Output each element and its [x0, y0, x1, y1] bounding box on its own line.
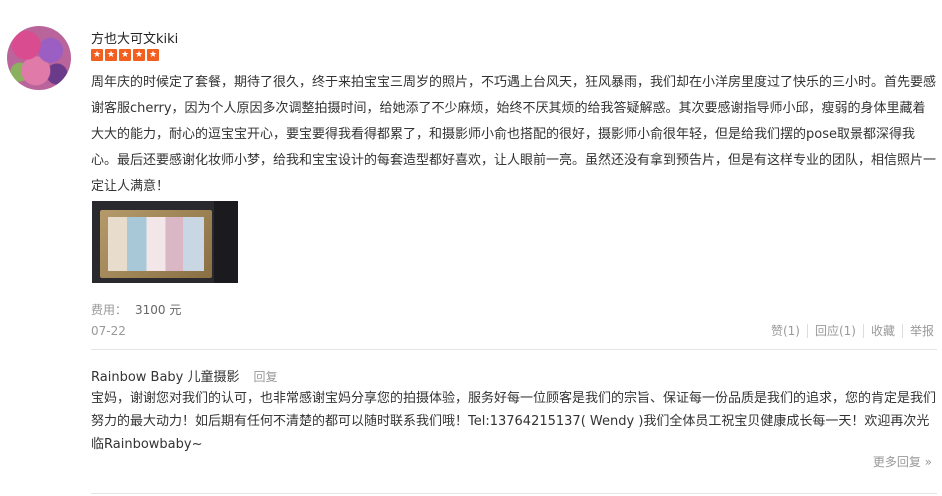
- review-actions: 赞(1) 回应(1) 收藏 举报: [764, 324, 934, 338]
- divider: [91, 349, 937, 350]
- reply-button[interactable]: 回应(1): [808, 324, 864, 338]
- reply-tag: 回复: [253, 370, 278, 384]
- star-icon: ★: [91, 49, 103, 61]
- merchant-reply-header: Rainbow Baby 儿童摄影 回复: [91, 366, 278, 385]
- merchant-name[interactable]: Rainbow Baby 儿童摄影: [91, 370, 240, 385]
- star-icon: ★: [133, 49, 145, 61]
- cost-label: 费用：: [91, 303, 128, 317]
- favorite-button[interactable]: 收藏: [864, 324, 903, 338]
- reviewer-name[interactable]: 方也大可文kiki: [91, 28, 178, 47]
- review-text: 周年庆的时候定了套餐，期待了很久，终于来拍宝宝三周岁的照片，不巧遇上台风天，狂风…: [91, 75, 937, 194]
- photo-frame-image: [100, 210, 212, 278]
- star-icon: ★: [119, 49, 131, 61]
- user-avatar[interactable]: [7, 26, 71, 90]
- star-icon: ★: [105, 49, 117, 61]
- cost-info: 费用： 3100 元: [91, 301, 181, 318]
- divider: [91, 493, 937, 494]
- like-button[interactable]: 赞(1): [764, 324, 808, 338]
- more-replies-link[interactable]: 更多回复 »: [873, 453, 932, 470]
- rating-stars: ★ ★ ★ ★ ★: [91, 49, 159, 61]
- merchant-reply-text: 宝妈，谢谢您对我们的认可，也非常感谢宝妈分享您的拍摄体验，服务好每一位顾客是我们…: [91, 391, 937, 452]
- review-date: 07-22: [91, 324, 126, 338]
- cost-value: 3100 元: [135, 303, 182, 317]
- star-icon: ★: [147, 49, 159, 61]
- review-photo-thumbnail[interactable]: [92, 201, 238, 283]
- report-button[interactable]: 举报: [903, 324, 934, 338]
